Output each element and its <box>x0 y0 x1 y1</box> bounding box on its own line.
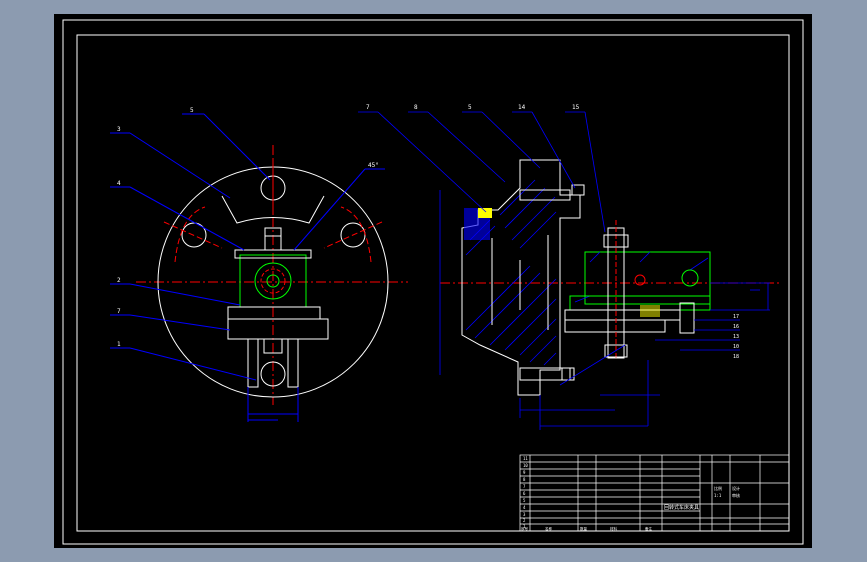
section-label-4: 14 <box>518 104 526 111</box>
part-row-10: 10 <box>523 463 528 468</box>
front-label-3: 4 <box>117 180 121 187</box>
drawing-paper <box>54 14 812 548</box>
section-label-5: 15 <box>572 104 580 111</box>
section-label-7: 16 <box>733 324 739 330</box>
front-label-1: 5 <box>190 107 194 114</box>
front-label-5: 7 <box>117 308 121 315</box>
section-label-2: 8 <box>414 104 418 111</box>
header-qty: 数量 <box>580 526 588 531</box>
scale-label: 比例 <box>714 485 722 491</box>
section-label-10: 18 <box>733 354 739 360</box>
section-label-1: 7 <box>366 104 370 111</box>
front-label-4: 2 <box>117 277 121 284</box>
header-remark: 备注 <box>645 526 653 531</box>
sign-design: 设计 <box>732 485 740 491</box>
section-label-3: 5 <box>468 104 472 111</box>
sign-review: 审核 <box>732 492 740 498</box>
scale-value: 1:1 <box>714 493 722 498</box>
section-label-8: 13 <box>733 334 739 340</box>
header-name: 名称 <box>545 526 553 531</box>
part-row-11: 11 <box>523 456 528 461</box>
section-label-9: 10 <box>733 344 739 350</box>
cad-drawing-sheet: 5 3 4 2 7 1 45° 7 8 5 14 15 17 16 13 10 … <box>54 14 812 548</box>
drawing-title: 回转式车床夹具 <box>664 504 699 511</box>
front-label-7: 45° <box>368 162 379 169</box>
front-label-2: 3 <box>117 126 121 133</box>
header-material: 材料 <box>610 526 618 531</box>
section-label-6: 17 <box>733 314 739 320</box>
header-index: 序号 <box>521 526 529 531</box>
front-label-6: 1 <box>117 341 121 348</box>
